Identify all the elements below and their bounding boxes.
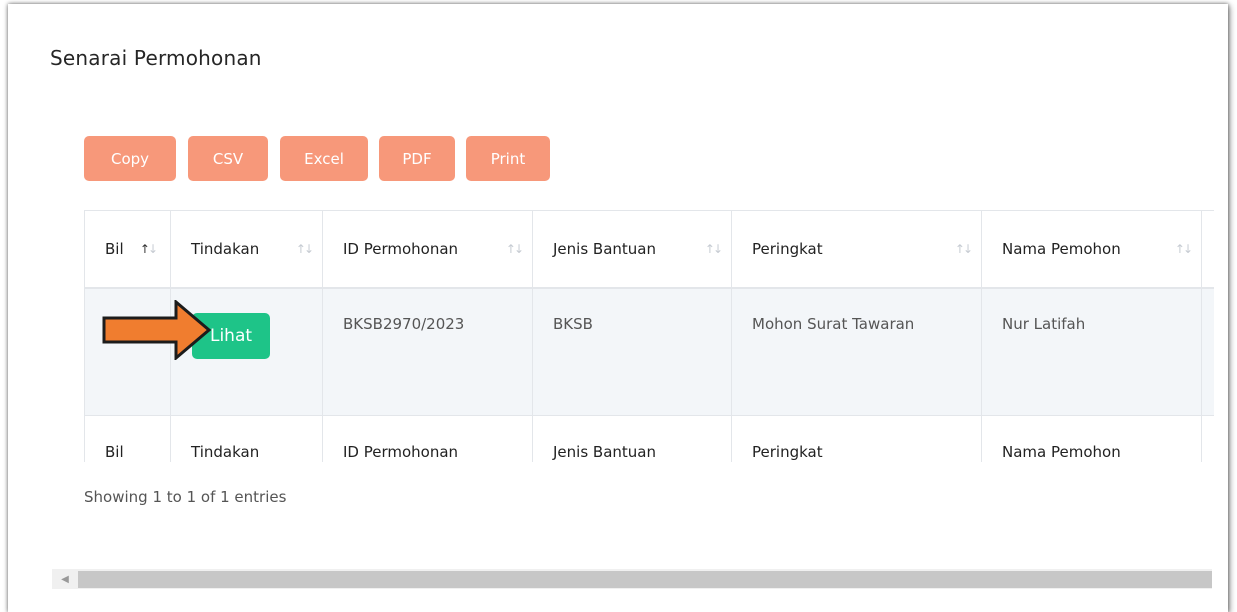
cell-nama-pemohon: Nur Latifah <box>981 287 1202 416</box>
sort-icon: ↑↓ <box>505 242 524 256</box>
footer-id-permohonan: ID Permohonan <box>322 415 533 462</box>
cell-peringkat: Mohon Surat Tawaran <box>731 287 982 416</box>
footer-jenis-bantuan: Jenis Bantuan <box>532 415 732 462</box>
horizontal-scrollbar[interactable]: ◀ <box>52 569 1212 589</box>
column-header-nama-pemohon[interactable]: Nama Pemohon ↑↓ <box>981 210 1202 289</box>
applications-table: Bil ↑↓ Tindakan ↑↓ ID Permohonan ↑↓ Jeni… <box>84 210 1214 462</box>
table-row: Lihat BKSB2970/2023 BKSB Mohon Surat Taw… <box>84 287 1214 416</box>
cell-overflow <box>1201 287 1214 416</box>
column-header-jenis-bantuan[interactable]: Jenis Bantuan ↑↓ <box>532 210 732 289</box>
footer-bil: Bil <box>84 415 171 462</box>
scroll-thumb[interactable] <box>78 571 1212 588</box>
excel-button[interactable]: Excel <box>280 136 368 181</box>
footer-tindakan: Tindakan <box>170 415 323 462</box>
sort-icon: ↑↓ <box>139 242 158 256</box>
csv-button[interactable]: CSV <box>188 136 268 181</box>
table-header-row: Bil ↑↓ Tindakan ↑↓ ID Permohonan ↑↓ Jeni… <box>84 210 1214 289</box>
footer-nama-pemohon: Nama Pemohon <box>981 415 1202 462</box>
lihat-button[interactable]: Lihat <box>192 313 270 359</box>
sort-icon: ↑↓ <box>704 242 723 256</box>
footer-overflow <box>1201 415 1214 462</box>
applications-table-wrapper: Bil ↑↓ Tindakan ↑↓ ID Permohonan ↑↓ Jeni… <box>84 210 1214 462</box>
table-footer-row: Bil Tindakan ID Permohonan Jenis Bantuan… <box>84 415 1214 462</box>
column-header-bil[interactable]: Bil ↑↓ <box>84 210 171 289</box>
sort-icon: ↑↓ <box>295 242 314 256</box>
column-header-overflow <box>1201 210 1214 289</box>
copy-button[interactable]: Copy <box>84 136 176 181</box>
scroll-left-arrow-icon[interactable]: ◀ <box>52 569 78 589</box>
print-button[interactable]: Print <box>466 136 550 181</box>
cell-jenis-bantuan: BKSB <box>532 287 732 416</box>
footer-peringkat: Peringkat <box>731 415 982 462</box>
cell-id-permohonan: BKSB2970/2023 <box>322 287 533 416</box>
column-header-tindakan[interactable]: Tindakan ↑↓ <box>170 210 323 289</box>
column-header-peringkat[interactable]: Peringkat ↑↓ <box>731 210 982 289</box>
application-list-card: Senarai Permohonan Copy CSV Excel PDF Pr… <box>8 4 1228 612</box>
cell-tindakan: Lihat <box>170 287 323 416</box>
column-header-id-permohonan[interactable]: ID Permohonan ↑↓ <box>322 210 533 289</box>
pdf-button[interactable]: PDF <box>379 136 455 181</box>
page-title: Senarai Permohonan <box>50 46 262 70</box>
sort-icon: ↑↓ <box>954 242 973 256</box>
cell-bil <box>84 287 171 416</box>
table-info: Showing 1 to 1 of 1 entries <box>84 488 287 506</box>
sort-icon: ↑↓ <box>1174 242 1193 256</box>
